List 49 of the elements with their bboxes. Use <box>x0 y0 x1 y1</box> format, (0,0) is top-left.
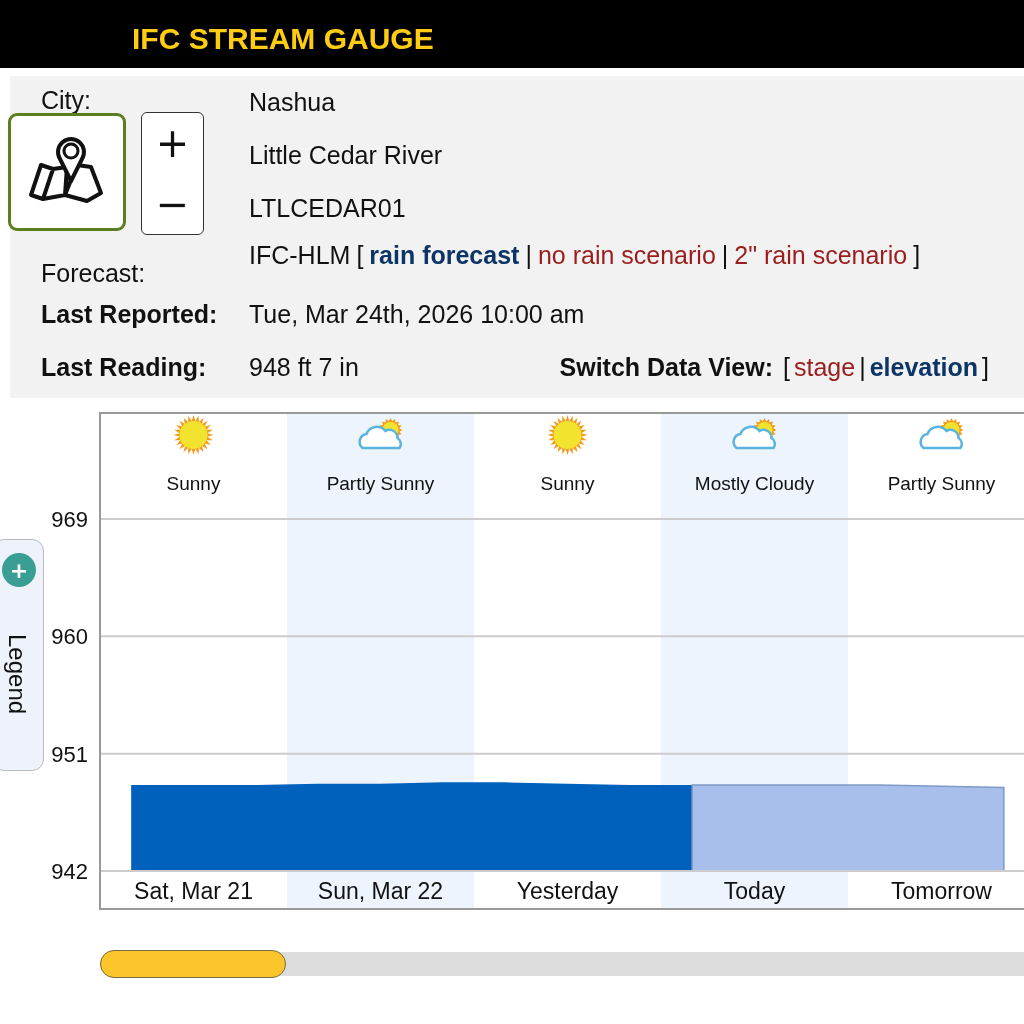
field-label: Last Reported: <box>41 299 219 330</box>
bracket-text: ] <box>982 353 989 382</box>
cloud-sun-icon <box>919 418 964 450</box>
page-title: IFC STREAM GAUGE <box>132 22 434 56</box>
zoom-in-button[interactable]: + <box>142 113 203 174</box>
field-label: Switch Data View: <box>559 352 774 383</box>
field-value: IFC-HLM <box>249 241 351 270</box>
legend-label: Legend <box>3 634 31 715</box>
x-tick-label: Yesterday <box>516 878 619 904</box>
forecast-link[interactable]: 2" rain scenario <box>734 241 908 270</box>
field-label: Forecast: <box>41 258 147 288</box>
weather-label: Sunny <box>540 473 595 494</box>
field-value: LTLCEDAR01 <box>249 193 407 224</box>
forecast-link[interactable]: no rain scenario <box>537 241 716 270</box>
separator-text: | <box>525 241 532 270</box>
y-tick-label: 951 <box>51 741 88 767</box>
zoom-out-button[interactable]: − <box>142 173 203 234</box>
weather-label: Mostly Cloudy <box>694 473 815 494</box>
field-value: Little Cedar River <box>249 140 444 171</box>
y-tick-label: 969 <box>51 507 88 532</box>
field-label: City: <box>41 85 92 116</box>
data-view-link[interactable]: elevation <box>869 353 979 382</box>
bracket-text: [ <box>356 241 364 270</box>
x-tick-label: Today <box>723 878 786 904</box>
cloud-sun-icon <box>358 418 403 450</box>
y-tick-label: 942 <box>51 859 88 884</box>
separator-text: | <box>859 353 866 382</box>
map-button[interactable] <box>8 113 126 231</box>
weather-label: Partly Sunny <box>887 473 996 494</box>
x-tick-label: Sun, Mar 22 <box>317 878 444 904</box>
separator-text: | <box>721 241 729 270</box>
weather-label: Sunny <box>166 473 221 494</box>
x-tick-label: Sat, Mar 21 <box>134 878 253 904</box>
field-value: Nashua <box>249 87 337 118</box>
sun-icon <box>547 415 588 455</box>
field-value: Tue, Mar 24th, 2026 10:00 am <box>249 299 586 330</box>
forecast-link[interactable]: rain forecast <box>369 241 520 270</box>
bracket-text: [ <box>783 353 790 382</box>
field-label: Last Reading: <box>41 352 208 383</box>
weather-label: Partly Sunny <box>326 473 435 494</box>
field-value: 948 ft 7 in <box>249 352 359 383</box>
legend-tab[interactable]: + Legend <box>0 539 44 771</box>
y-tick-label: 960 <box>51 624 88 650</box>
sun-icon <box>173 415 214 455</box>
cloud-sun-icon <box>732 418 777 450</box>
data-view-link[interactable]: stage <box>794 353 856 382</box>
bracket-text: ] <box>913 241 921 270</box>
scroll-thumb[interactable] <box>100 950 286 978</box>
x-tick-label: Tomorrow <box>891 878 992 904</box>
